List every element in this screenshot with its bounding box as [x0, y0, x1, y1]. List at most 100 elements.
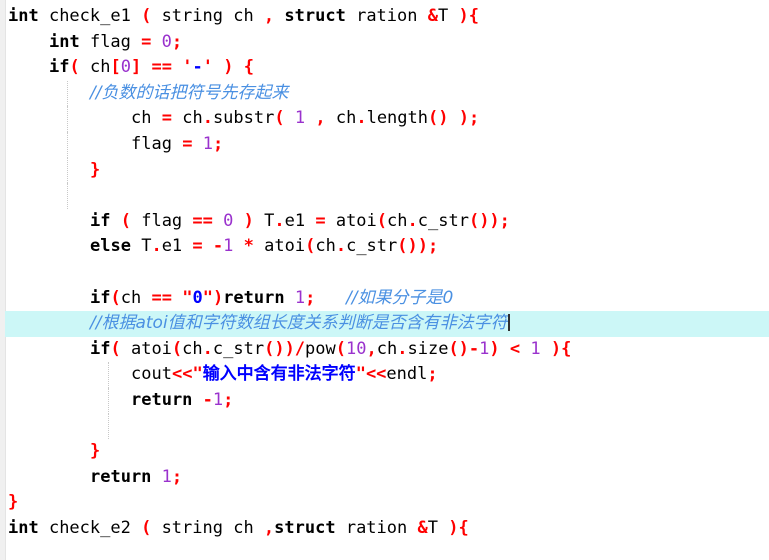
token-quo: ": [355, 364, 366, 385]
code-line-text: if(ch == "0")return 1; //如果分子是0: [90, 288, 453, 308]
token-op: ): [243, 210, 254, 231]
token-id: [274, 6, 284, 26]
token-id: size: [407, 338, 449, 359]
code-line[interactable]: [5, 260, 769, 286]
token-op: -: [202, 389, 213, 410]
token-op: ==: [151, 287, 172, 308]
token-id: T: [130, 236, 152, 257]
token-op: =: [161, 108, 172, 129]
token-op: (: [110, 287, 121, 308]
token-id: [541, 339, 551, 359]
token-id: flag: [131, 133, 183, 154]
code-line[interactable]: }: [5, 490, 769, 516]
token-op: &: [427, 6, 438, 26]
token-id: [172, 57, 182, 77]
token-id: [305, 108, 315, 128]
code-line[interactable]: //根据atoi值和字符数组长度关系判断是否含有非法字符: [5, 311, 769, 337]
token-kw: int: [49, 31, 80, 52]
token-op: (: [376, 210, 388, 231]
code-line-text: int check_e2 ( string ch ,struct ration …: [8, 518, 469, 538]
code-line[interactable]: int check_e1 ( string ch , struct ration…: [5, 4, 769, 30]
token-str: -: [192, 57, 203, 78]
token-quo: ": [202, 287, 213, 308]
token-op: (: [120, 210, 131, 231]
token-id: ch: [120, 287, 152, 308]
token-kw: return: [223, 287, 285, 308]
indent-guide: [108, 413, 109, 440]
code-line[interactable]: cout<<"输入中含有非法字符"<<endl;: [5, 362, 769, 388]
token-op: ())/: [264, 338, 306, 359]
token-op: }: [90, 159, 101, 180]
token-op: ,: [315, 108, 326, 129]
code-line-text: flag = 1;: [131, 134, 223, 154]
code-line[interactable]: int check_e2 ( string ch ,struct ration …: [5, 516, 769, 542]
token-id: [192, 390, 202, 410]
token-kw: int: [8, 517, 39, 538]
code-line-text: return 1;: [90, 467, 182, 487]
indent-guide: [67, 157, 68, 184]
code-editor[interactable]: int check_e1 ( string ch , struct ration…: [0, 0, 769, 560]
token-id: [141, 57, 151, 77]
token-op: .: [335, 236, 347, 257]
code-line-text: int check_e1 ( string ch , struct ration…: [8, 6, 479, 26]
indent-guide: [67, 80, 68, 107]
code-line[interactable]: if( ch[0] == '-' ) {: [5, 55, 769, 81]
code-line-text: cout<<"输入中含有非法字符"<<endl;: [131, 364, 438, 384]
code-line[interactable]: }: [5, 439, 769, 465]
code-line[interactable]: return -1;: [5, 387, 769, 414]
token-id: [233, 57, 243, 77]
code-line[interactable]: if(ch == "0")return 1; //如果分子是0: [5, 286, 769, 312]
token-kw: struct: [274, 517, 336, 538]
token-op: );: [458, 108, 480, 129]
code-content[interactable]: int check_e1 ( string ch , struct ration…: [5, 0, 769, 560]
token-op: }: [90, 441, 101, 462]
token-id: [285, 108, 295, 128]
token-id: flag: [79, 31, 142, 52]
token-op: ());: [397, 236, 439, 257]
code-line-text: ch = ch.substr( 1 , ch.length() );: [131, 108, 479, 128]
token-id: [151, 32, 161, 52]
code-line[interactable]: }: [5, 157, 769, 184]
token-op: ,: [366, 338, 377, 359]
token-kw: if: [90, 287, 111, 308]
code-line[interactable]: if( atoi(ch.c_str())/pow(10,ch.size()-1)…: [5, 337, 769, 363]
token-id: c_str: [346, 236, 398, 257]
token-num: 10: [346, 338, 367, 359]
token-id: [233, 211, 243, 231]
code-line[interactable]: else T.e1 = -1 * atoi(ch.c_str());: [5, 234, 769, 260]
token-id: cout: [131, 364, 172, 385]
token-id: ration: [335, 517, 418, 538]
token-op: =: [315, 210, 326, 231]
indent-guide: [67, 183, 68, 209]
token-op: (: [171, 338, 183, 359]
token-cmt: //如果分子是0: [346, 287, 454, 308]
token-cmt: //根据atoi值和字符数组长度关系判断是否含有非法字符: [90, 313, 508, 334]
code-line[interactable]: int flag = 0;: [5, 30, 769, 56]
token-id: ch: [171, 108, 203, 129]
code-line-text: int flag = 0;: [49, 32, 182, 52]
token-id: check_e2: [38, 517, 142, 538]
code-line[interactable]: [5, 183, 769, 209]
code-line[interactable]: ch = ch.substr( 1 , ch.length() );: [5, 106, 769, 132]
token-op: ): [489, 338, 500, 359]
token-op: .: [202, 338, 213, 359]
token-op: ,: [263, 517, 275, 538]
token-id: [500, 339, 510, 359]
token-id: [151, 467, 161, 487]
indent-guide: [67, 131, 68, 158]
code-line[interactable]: return 1;: [5, 465, 769, 491]
token-id: ch: [315, 236, 336, 257]
token-id: length: [366, 108, 428, 129]
code-line[interactable]: [5, 413, 769, 440]
code-line[interactable]: if ( flag == 0 ) T.e1 = atoi(ch.c_str())…: [5, 209, 769, 235]
token-op: ): [223, 57, 234, 78]
token-num: 0: [223, 210, 234, 231]
token-id: pow: [305, 338, 336, 359]
token-op: &: [417, 517, 428, 538]
code-line-text: return -1;: [131, 390, 233, 410]
token-id: ch: [182, 338, 203, 359]
code-line[interactable]: flag = 1;: [5, 131, 769, 158]
token-id: e1: [161, 236, 193, 257]
token-id: [315, 288, 346, 308]
code-line[interactable]: //负数的话把符号先存起来: [5, 80, 769, 107]
